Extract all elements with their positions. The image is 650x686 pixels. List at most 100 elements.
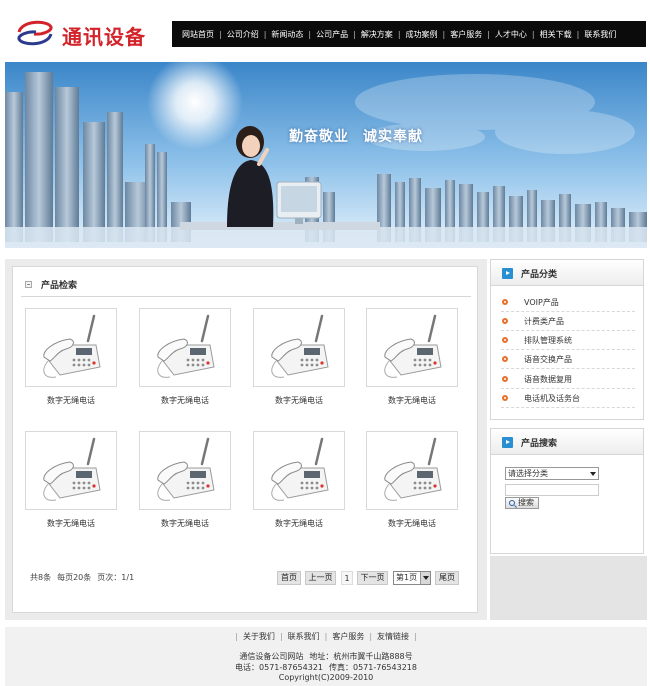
product-card[interactable]: 数字无绳电话	[253, 308, 345, 406]
page-select-value: 第1页	[396, 573, 418, 582]
bullet-icon	[502, 376, 508, 382]
product-name[interactable]: 数字无绳电话	[253, 518, 345, 529]
category-select[interactable]: 请选择分类	[505, 467, 599, 480]
category-select-value: 请选择分类	[508, 469, 548, 478]
banner-slogan: 勤奋敬业 诚实奉献	[289, 126, 437, 146]
arrow-play-icon	[502, 437, 513, 448]
main-nav: 网站首页 | 公司介绍 | 新闻动态 | 公司产品 | 解决方案 | 成功案例 | 客户服务…	[172, 21, 646, 47]
phone-drawing	[157, 314, 215, 378]
category-item[interactable]: VOIP产品	[501, 293, 635, 312]
category-item[interactable]: 计费类产品	[501, 312, 635, 331]
category-item[interactable]: 语音数据复用	[501, 370, 635, 389]
product-card[interactable]: 数字无绳电话	[139, 308, 231, 406]
product-thumbnail[interactable]	[253, 431, 345, 510]
footer-link-contact[interactable]: 联系我们	[283, 632, 325, 641]
category-title: 产品分类	[521, 270, 558, 280]
header: 通讯设备 网站首页 | 公司介绍 | 新闻动态 | 公司产品 | 解决方案 | 成功案例 |…	[0, 0, 650, 58]
product-name[interactable]: 数字无绳电话	[253, 395, 345, 406]
footer-site-line: 通信设备公司网站 地址：杭州市翼千山路888号	[5, 651, 647, 662]
cordless-phone-icon	[157, 437, 215, 501]
product-card[interactable]: 数字无绳电话	[253, 431, 345, 529]
product-thumbnail[interactable]	[25, 431, 117, 510]
category-label[interactable]: 语音交换产品	[524, 354, 572, 365]
footer-link-friends[interactable]: 友情链接	[372, 632, 414, 641]
search-box: 产品搜索 请选择分类 搜索	[490, 428, 644, 554]
search-title: 产品搜索	[521, 439, 558, 449]
nav-item-home[interactable]: 网站首页	[178, 29, 218, 40]
product-thumbnail[interactable]	[139, 308, 231, 387]
category-label[interactable]: 排队管理系统	[524, 335, 572, 346]
cordless-phone-icon	[271, 437, 329, 501]
slogan-part1: 勤奋敬业	[289, 129, 349, 145]
bullet-icon	[502, 395, 508, 401]
product-thumbnail[interactable]	[25, 308, 117, 387]
product-name[interactable]: 数字无绳电话	[366, 518, 458, 529]
product-card[interactable]: 数字无绳电话	[25, 308, 117, 406]
nav-item-cases[interactable]: 成功案例	[402, 29, 442, 40]
product-card[interactable]: 数字无绳电话	[366, 308, 458, 406]
nav-item-solutions[interactable]: 解决方案	[357, 29, 397, 40]
footer-link-about[interactable]: 关于我们	[238, 632, 280, 641]
nav-item-products[interactable]: 公司产品	[312, 29, 352, 40]
cordless-phone-icon	[43, 314, 101, 378]
product-thumbnail[interactable]	[139, 431, 231, 510]
phone-drawing	[384, 437, 442, 501]
next-page-button[interactable]: 下一页	[357, 571, 388, 585]
page-select[interactable]: 第1页	[393, 571, 431, 585]
category-label[interactable]: 计费类产品	[524, 316, 564, 327]
footer-site-name: 通信设备公司网站	[239, 652, 304, 661]
nav-item-service[interactable]: 客户服务	[446, 29, 486, 40]
category-label[interactable]: VOIP产品	[524, 297, 559, 308]
product-name[interactable]: 数字无绳电话	[25, 395, 117, 406]
category-item[interactable]: 语音交换产品	[501, 350, 635, 369]
footer: | 关于我们 | 联系我们 | 客户服务 | 友情链接 | 通信设备公司网站 地址：杭州市翼千山路…	[5, 627, 647, 686]
category-item[interactable]: 排队管理系统	[501, 331, 635, 350]
nav-item-careers[interactable]: 人才中心	[491, 29, 531, 40]
product-thumbnail[interactable]	[366, 431, 458, 510]
footer-phone: 电话：0571-87654321	[235, 663, 323, 672]
nav-item-downloads[interactable]: 相关下载	[536, 29, 576, 40]
last-page-button[interactable]: 尾页	[435, 571, 459, 585]
pager-page-info: 页次：1/1	[97, 573, 135, 582]
category-item[interactable]: 电话机及话务台	[501, 389, 635, 408]
phone-drawing	[157, 437, 215, 501]
search-button[interactable]: 搜索	[505, 497, 539, 509]
footer-link-service[interactable]: 客户服务	[327, 632, 369, 641]
hero-banner: 勤奋敬业 诚实奉献	[5, 62, 647, 248]
product-name[interactable]: 数字无绳电话	[366, 395, 458, 406]
product-panel: 产品检索 数字无绳电话 数字无绳电话 数字无绳电话 数字无绳电话 数字无绳电话 …	[12, 266, 478, 613]
nav-item-about[interactable]: 公司介绍	[223, 29, 263, 40]
category-box: 产品分类 VOIP产品 计费类产品 排队管理系统 语音交换产品 语音数据复用 电…	[490, 259, 644, 420]
first-page-button[interactable]: 首页	[277, 571, 301, 585]
search-button-label: 搜索	[518, 498, 534, 507]
cordless-phone-icon	[43, 437, 101, 501]
prev-page-button[interactable]: 上一页	[305, 571, 336, 585]
cordless-phone-icon	[384, 314, 442, 378]
dropdown-arrow-icon	[420, 572, 430, 584]
dropdown-arrow-icon	[590, 472, 596, 476]
pager-total: 共8条	[30, 573, 52, 582]
footer-links: | 关于我们 | 联系我们 | 客户服务 | 友情链接 |	[5, 631, 647, 642]
phone-drawing	[43, 437, 101, 501]
product-card[interactable]: 数字无绳电话	[139, 431, 231, 529]
category-label[interactable]: 语音数据复用	[524, 374, 572, 385]
current-page-number: 1	[341, 571, 353, 585]
search-input[interactable]	[505, 484, 599, 496]
product-thumbnail[interactable]	[366, 308, 458, 387]
arrow-play-icon	[502, 268, 513, 279]
sidebar-filler	[490, 556, 647, 620]
product-panel-header: 产品检索	[21, 275, 471, 297]
category-label[interactable]: 电话机及话务台	[524, 393, 580, 404]
product-card[interactable]: 数字无绳电话	[25, 431, 117, 529]
collapse-icon	[25, 281, 32, 288]
product-name[interactable]: 数字无绳电话	[139, 518, 231, 529]
nav-item-contact[interactable]: 联系我们	[580, 29, 620, 40]
product-card[interactable]: 数字无绳电话	[366, 431, 458, 529]
logo[interactable]: 通讯设备	[14, 18, 154, 50]
product-thumbnail[interactable]	[253, 308, 345, 387]
bullet-icon	[502, 318, 508, 324]
product-name[interactable]: 数字无绳电话	[25, 518, 117, 529]
nav-item-news[interactable]: 新闻动态	[267, 29, 307, 40]
product-name[interactable]: 数字无绳电话	[139, 395, 231, 406]
phone-drawing	[43, 314, 101, 378]
